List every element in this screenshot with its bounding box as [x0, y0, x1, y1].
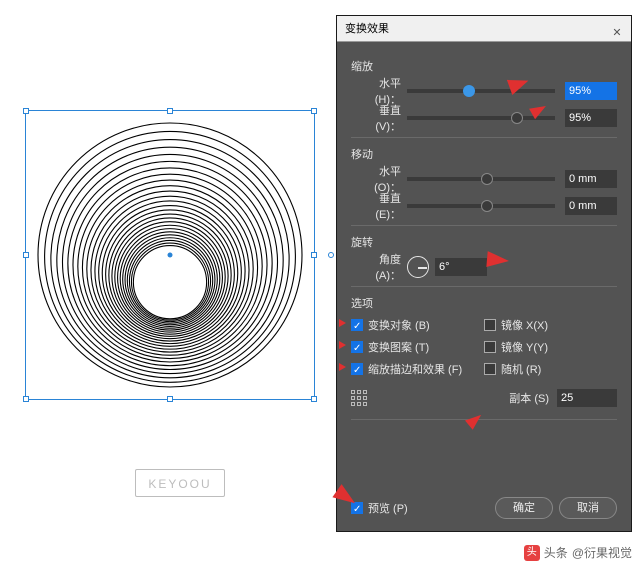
scale-group-label: 缩放 — [351, 58, 617, 74]
move-horizontal-slider[interactable] — [407, 177, 555, 181]
opt-mirror-y[interactable]: 镜像 Y(Y) — [484, 339, 617, 355]
copies-input[interactable] — [557, 389, 617, 407]
scale-horizontal-input[interactable] — [565, 82, 617, 100]
handle-right-outer[interactable] — [328, 252, 334, 258]
transform-effect-dialog: 变换效果 ✕ 缩放 水平 (H)： 垂直 (V)： 移动 水平 (O)： 垂直 … — [336, 15, 632, 532]
divider — [351, 137, 617, 138]
handle-right[interactable] — [311, 252, 317, 258]
handle-bottom-left[interactable] — [23, 396, 29, 402]
preview-checkbox[interactable]: 预览 (P) — [351, 500, 408, 516]
opt-transform-patterns[interactable]: 变换图案 (T) — [351, 339, 484, 355]
handle-top-left[interactable] — [23, 108, 29, 114]
canvas-area: KEYOOU — [0, 15, 335, 545]
scale-vertical-label: 垂直 (V)： — [351, 102, 407, 134]
close-icon[interactable]: ✕ — [609, 20, 625, 36]
divider — [351, 286, 617, 287]
scale-horizontal-slider[interactable] — [407, 89, 555, 93]
options-group-label: 选项 — [351, 295, 617, 311]
rotate-angle-label: 角度 (A)： — [351, 251, 407, 283]
center-anchor — [168, 253, 173, 258]
dialog-title: 变换效果 — [345, 23, 389, 35]
copies-label: 副本 (S) — [509, 390, 549, 406]
cancel-button[interactable]: 取消 — [559, 497, 617, 519]
opt-scale-strokes-effects[interactable]: 缩放描边和效果 (F) — [351, 361, 484, 377]
watermark-badge: KEYOOU — [135, 469, 225, 497]
handle-bottom-right[interactable] — [311, 396, 317, 402]
attribution: 头 头条 @衍果视觉 — [524, 544, 632, 561]
move-group-label: 移动 — [351, 146, 617, 162]
move-vertical-label: 垂直 (E)： — [351, 190, 407, 222]
selection-frame[interactable] — [25, 110, 315, 400]
handle-left[interactable] — [23, 252, 29, 258]
rotate-angle-input[interactable] — [435, 258, 487, 276]
handle-bottom[interactable] — [167, 396, 173, 402]
opt-transform-objects[interactable]: 变换对象 (B) — [351, 317, 484, 333]
opt-random[interactable]: 随机 (R) — [484, 361, 617, 377]
rotate-group-label: 旋转 — [351, 234, 617, 250]
move-horizontal-input[interactable] — [565, 170, 617, 188]
dialog-title-bar[interactable]: 变换效果 ✕ — [337, 16, 631, 42]
handle-top-right[interactable] — [311, 108, 317, 114]
toutiao-icon: 头 — [524, 545, 540, 561]
opt-mirror-x[interactable]: 镜像 X(X) — [484, 317, 617, 333]
registration-point-icon[interactable] — [351, 390, 367, 406]
handle-top[interactable] — [167, 108, 173, 114]
move-vertical-input[interactable] — [565, 197, 617, 215]
divider — [351, 225, 617, 226]
move-vertical-slider[interactable] — [407, 204, 555, 208]
ok-button[interactable]: 确定 — [495, 497, 553, 519]
scale-vertical-input[interactable] — [565, 109, 617, 127]
angle-dial-icon[interactable] — [407, 256, 429, 278]
annotation-arrow-icon — [486, 251, 509, 269]
